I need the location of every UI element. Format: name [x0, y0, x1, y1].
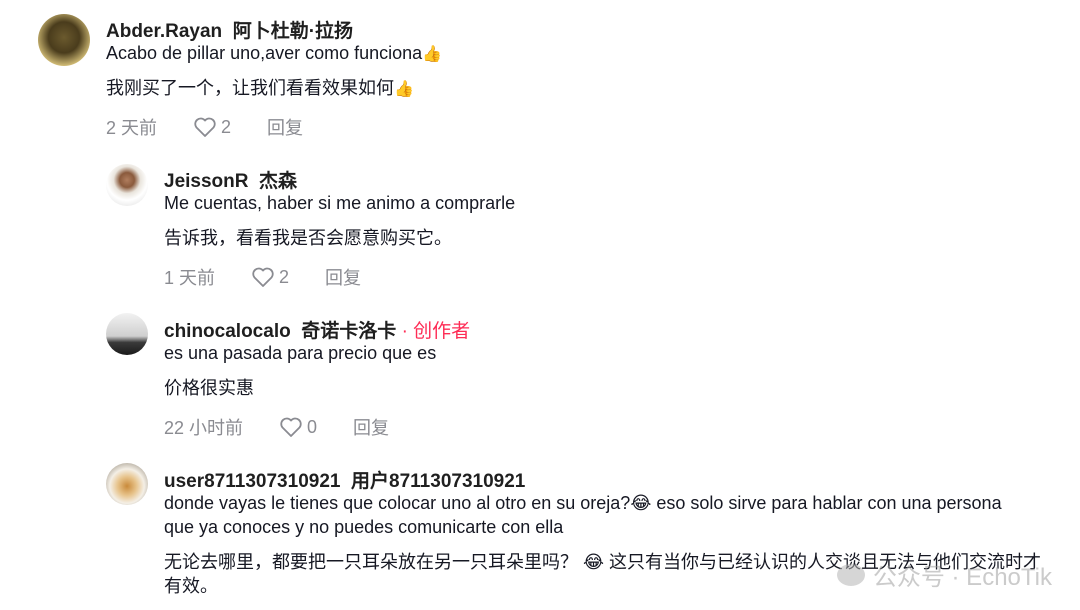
like-count: 2 — [221, 116, 232, 137]
username-text[interactable]: JeissonR — [164, 171, 248, 192]
avatar[interactable] — [106, 164, 148, 206]
avatar[interactable] — [106, 463, 148, 505]
watermark-text: 公众号 · EchoTik — [872, 564, 1052, 591]
comment-meta: 22 小时前 0 回复 — [164, 414, 389, 440]
timestamp: 1 天前 — [164, 268, 216, 288]
like-button[interactable]: 2 — [193, 116, 231, 138]
heart-icon — [252, 267, 274, 287]
comment-text-line-2: que ya conoces y no puedes comunicarte c… — [164, 517, 564, 537]
comment-text-line-1: donde vayas le tienes que colocar uno al… — [164, 491, 1002, 515]
laughing-emoji-icon: 😂 — [630, 493, 652, 513]
avatar[interactable] — [106, 313, 148, 355]
username-text[interactable]: chinocalocalo — [164, 321, 291, 342]
username[interactable]: user8711307310921 用户8711307310921 — [164, 466, 525, 493]
comment-text: Me cuentas, haber si me animo a comprarl… — [164, 193, 516, 213]
translation-text: 无论去哪里，都要把一只耳朵放在另一只耳朵里吗？ — [164, 552, 583, 572]
like-count: 0 — [307, 416, 318, 437]
comment-text: es una pasada para precio que es — [164, 343, 437, 363]
heart-icon — [194, 117, 216, 137]
comment-text: Acabo de pillar uno,aver como funciona👍 — [106, 41, 442, 67]
reply-button[interactable]: 回复 — [353, 414, 389, 440]
creator-badge: · 创作者 — [401, 321, 471, 342]
like-button[interactable]: 2 — [251, 266, 289, 288]
like-button[interactable]: 0 — [279, 416, 317, 438]
username[interactable]: chinocalocalo 奇诺卡洛卡 · 创作者 — [164, 316, 470, 343]
comment-translation-line-2: 有效。 — [164, 576, 218, 596]
heart-icon — [280, 417, 302, 437]
timestamp: 22 小时前 — [164, 418, 244, 438]
timestamp: 2 天前 — [106, 118, 158, 138]
username[interactable]: JeissonR 杰森 — [164, 166, 297, 193]
avatar[interactable] — [38, 14, 90, 66]
comment-text-content: Acabo de pillar uno,aver como funciona — [106, 43, 423, 63]
comment-meta: 1 天前 2 回复 — [164, 264, 361, 290]
translation-text: 我刚买了一个，让我们看看效果如何 — [106, 78, 394, 98]
like-count: 2 — [279, 266, 290, 287]
reply-button[interactable]: 回复 — [325, 264, 361, 290]
comment-translation: 价格很实惠 — [164, 378, 254, 398]
watermark: 公众号 · EchoTik — [836, 557, 1052, 592]
reply-button[interactable]: 回复 — [267, 114, 303, 140]
laughing-emoji-icon: 😂 — [583, 552, 605, 572]
username[interactable]: Abder.Rayan 阿卜杜勒·拉扬 — [106, 16, 353, 43]
username-translation: 用户8711307310921 — [351, 471, 526, 492]
comment-translation: 我刚买了一个，让我们看看效果如何👍 — [106, 76, 414, 102]
thumbs-up-icon: 👍 — [422, 46, 443, 63]
username-text[interactable]: Abder.Rayan — [106, 21, 222, 42]
comment-translation: 告诉我，看看我是否会愿意购买它。 — [164, 228, 452, 248]
username-translation: 阿卜杜勒·拉扬 — [232, 21, 354, 42]
username-translation: 奇诺卡洛卡 — [301, 321, 397, 342]
comment-text-content: donde vayas le tienes que colocar uno al… — [164, 493, 631, 513]
username-translation: 杰森 — [259, 171, 298, 192]
comment-meta: 2 天前 2 回复 — [106, 114, 303, 140]
thumbs-up-icon: 👍 — [394, 81, 414, 98]
wechat-icon — [836, 563, 865, 586]
username-text[interactable]: user8711307310921 — [164, 471, 340, 492]
comment-text-continued: eso solo sirve para hablar con una perso… — [651, 493, 1002, 513]
